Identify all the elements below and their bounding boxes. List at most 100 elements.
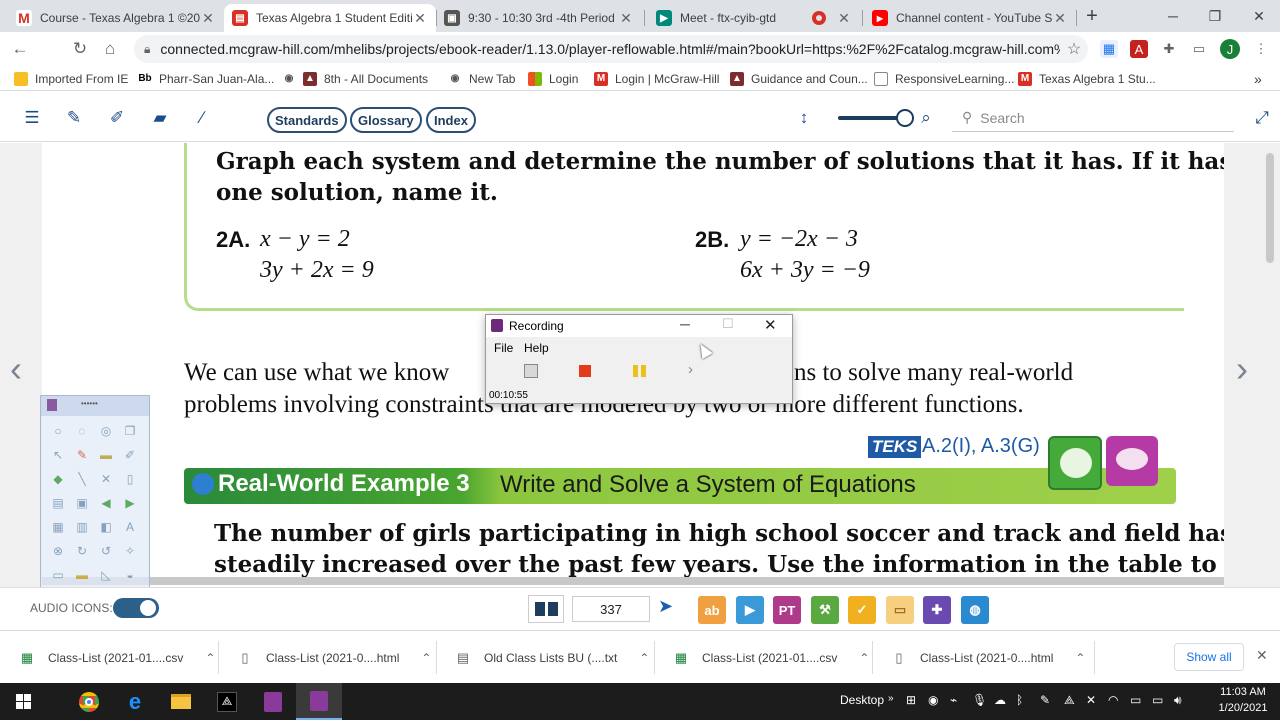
chevron-up-icon[interactable]: ⌃ — [205, 651, 215, 665]
new-tab-button[interactable]: + — [1082, 4, 1102, 28]
fullscreen-icon[interactable]: ⤢ — [1252, 108, 1272, 128]
close-tab-icon[interactable]: ✕ — [1052, 10, 1068, 27]
file-menu[interactable]: File — [494, 341, 513, 355]
show-all-button[interactable]: Show all — [1174, 643, 1244, 671]
tray-bluetooth-icon[interactable]: ᛒ — [1016, 693, 1023, 707]
home-icon[interactable]: ⌂ — [98, 37, 122, 61]
tray-x-icon[interactable]: ✕ — [1086, 693, 1096, 707]
close-tab-icon[interactable]: ✕ — [618, 10, 634, 27]
more-bookmarks-button[interactable]: » — [1254, 70, 1262, 87]
tray-battery-icon[interactable]: ▭ — [1130, 693, 1141, 707]
pointer-tool-icon[interactable]: ○ — [49, 422, 67, 440]
delete-tool-icon[interactable]: ✕ — [97, 470, 115, 488]
recorder-taskbar-icon[interactable] — [250, 683, 296, 720]
close-window-icon[interactable]: ✕ — [1236, 0, 1280, 32]
file-explorer-icon[interactable] — [158, 683, 204, 720]
triangle-tool-icon[interactable]: ◺ — [97, 566, 115, 584]
print-tool-icon[interactable]: ▥ — [73, 518, 91, 536]
bookmark-login[interactable]: Login — [528, 70, 578, 87]
tray-display-icon[interactable]: ▭ — [1152, 693, 1163, 707]
chevron-up-icon[interactable]: ⌃ — [1075, 651, 1085, 665]
rotate-tool-icon[interactable]: ↻ — [73, 542, 91, 560]
download-item[interactable]: ▦ Class-List (2021-01....csv ⌃ — [672, 631, 870, 684]
bookmark-mcgraw-login[interactable]: M Login | McGraw-Hill — [594, 70, 719, 87]
personal-tutor-icon[interactable]: PT — [773, 596, 801, 624]
bookmark-8th[interactable]: ◉ ▲ 8th - All Documents — [282, 70, 428, 87]
bookmark-imported[interactable]: Imported From IE — [14, 70, 128, 87]
play-button-icon[interactable]: › — [688, 361, 693, 378]
ruler-tool-icon[interactable]: ▬ — [73, 566, 91, 584]
web-link-icon[interactable]: ◍ — [961, 596, 989, 624]
tab-course[interactable]: M Course - Texas Algebra 1 ©20 ✕ — [8, 4, 224, 32]
extensions-puzzle-icon[interactable]: ✚ — [1160, 40, 1178, 58]
close-tab-icon[interactable]: ✕ — [836, 10, 852, 27]
palette-titlebar[interactable]: •••••• — [41, 396, 149, 416]
text-size-icon[interactable]: ↕ — [794, 108, 814, 128]
tab-period[interactable]: ▣ 9:30 - 10:30 3rd -4th Period Ge ✕ — [436, 4, 642, 32]
protractor-tool-icon[interactable]: ◒ — [121, 566, 139, 584]
tray-shield-icon[interactable]: ◉ — [928, 693, 938, 707]
bookmark-responsive[interactable]: ResponsiveLearning... — [874, 70, 1014, 87]
chevron-up-icon[interactable]: ⌃ — [639, 651, 649, 665]
previous-page-icon[interactable]: ‹ — [10, 348, 22, 390]
clock-time[interactable]: 11:03 AM — [1218, 686, 1268, 698]
page-tool-icon[interactable]: ▯ — [121, 470, 139, 488]
chevron-up-icon[interactable]: ⌃ — [859, 651, 869, 665]
pen-tool-icon[interactable]: ✐ — [121, 446, 139, 464]
restore-icon[interactable]: ❐ — [1192, 0, 1238, 32]
pause-button-icon[interactable] — [633, 365, 646, 377]
rewind-tool-icon[interactable]: ↺ — [97, 542, 115, 560]
self-check-icon[interactable]: ✓ — [848, 596, 876, 624]
chevron-up-icon[interactable]: ⌃ — [421, 651, 431, 665]
download-item[interactable]: ▯ Class-List (2021-0....html ⌃ — [236, 631, 431, 684]
stamp-tool-icon[interactable]: ◎ — [97, 422, 115, 440]
download-item[interactable]: ▤ Old Class Lists BU (....txt ⌃ — [454, 631, 650, 684]
go-to-page-icon[interactable]: ➤ — [658, 596, 673, 617]
document-tool-icon[interactable]: ▤ — [49, 494, 67, 512]
line-tool-icon[interactable]: ╲ — [73, 470, 91, 488]
tab-texas-algebra[interactable]: ▤ Texas Algebra 1 Student Editio ✕ — [224, 4, 436, 32]
desktop-toolbar-label[interactable]: Desktop — [840, 693, 884, 707]
table-tool-icon[interactable]: ▦ — [49, 518, 67, 536]
eraser-tool-icon[interactable]: ✎ — [73, 446, 91, 464]
chevron-up-icon[interactable]: » — [888, 693, 894, 704]
bookmark-star-icon[interactable]: ☆ — [1060, 39, 1088, 59]
audio-icons-toggle[interactable] — [113, 598, 159, 618]
chrome-icon[interactable] — [66, 683, 112, 720]
record-button-icon[interactable] — [524, 364, 538, 378]
horizontal-scrollbar[interactable] — [42, 577, 1224, 585]
page-number-input[interactable]: 337 — [572, 596, 650, 622]
glossary-button[interactable]: Glossary — [350, 107, 422, 133]
tray-mic-icon[interactable]: 🎙︎ — [972, 693, 987, 707]
folder-icon[interactable]: ▭ — [886, 596, 914, 624]
save-tool-icon[interactable]: ▣ — [73, 494, 91, 512]
capture-tool-icon[interactable]: ◧ — [97, 518, 115, 536]
zoom-icon[interactable]: ⌕ — [916, 108, 936, 128]
recording-titlebar[interactable]: Recording ─ ☐ ✕ — [486, 315, 792, 337]
highlighter-icon[interactable]: ✎ — [64, 108, 84, 128]
help-menu[interactable]: Help — [524, 341, 549, 355]
add-resource-icon[interactable]: ✚ — [923, 596, 951, 624]
close-downloads-icon[interactable]: ✕ — [1256, 647, 1268, 664]
undo-tool-icon[interactable]: ◀ — [97, 494, 115, 512]
group-activity-icon[interactable] — [1048, 436, 1102, 490]
shape-tool-icon[interactable]: ◆ — [49, 470, 67, 488]
zoom-slider-thumb[interactable] — [896, 109, 914, 127]
menu-kebab-icon[interactable]: ⋮ — [1252, 40, 1270, 58]
cursor-tool-icon[interactable]: ◌ — [73, 422, 91, 440]
vocabulary-icon[interactable]: ab — [698, 596, 726, 624]
bookmark-guidance[interactable]: ▲ Guidance and Coun... — [730, 70, 868, 87]
tray-volume-icon[interactable]: 🔊︎ — [1174, 693, 1182, 708]
bookmark-pharr[interactable]: Bb Pharr-San Juan-Ala... — [138, 70, 274, 87]
back-icon[interactable]: ← — [8, 37, 32, 61]
address-bar[interactable]: 🔒︎ connected.mcgraw-hill.com/mhelibs/pro… — [134, 35, 1088, 63]
two-page-view-button[interactable] — [528, 595, 564, 623]
table-of-contents-icon[interactable]: ☰ — [22, 108, 42, 128]
pen-icon[interactable]: ✐ — [107, 108, 127, 128]
next-page-icon[interactable]: › — [1236, 348, 1248, 390]
download-item[interactable]: ▯ Class-List (2021-0....html ⌃ — [890, 631, 1085, 684]
tray-wifi-icon[interactable]: ◠ — [1108, 693, 1118, 707]
ebook-search-input[interactable]: ⚲ Search — [952, 104, 1234, 132]
tab-youtube[interactable]: ▶ Channel content - YouTube Stu ✕ — [864, 4, 1076, 32]
recorder-active-taskbar-icon[interactable] — [296, 683, 342, 720]
